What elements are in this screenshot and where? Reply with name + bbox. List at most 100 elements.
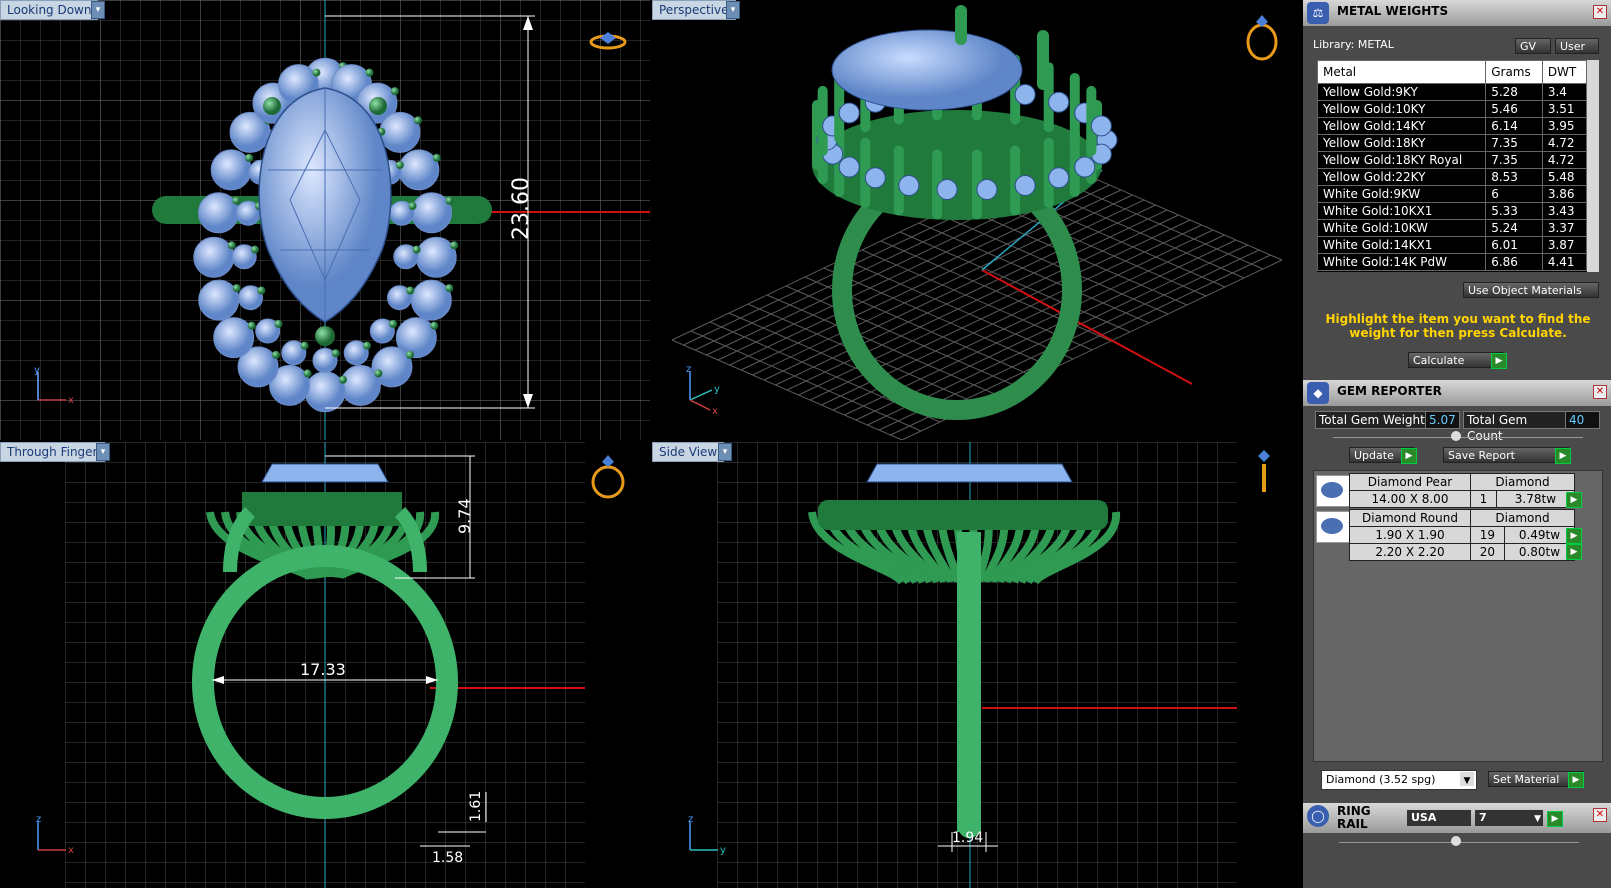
ring-orientation-icon[interactable] — [1258, 450, 1270, 492]
gem-group-material: Diamond — [1470, 473, 1575, 491]
ring-rail-title: RING RAIL — [1337, 804, 1371, 831]
axis-z-label: z — [36, 814, 41, 825]
gem-group-material: Diamond — [1470, 509, 1575, 527]
grams-cell: 6.86 — [1485, 253, 1543, 271]
scrollbar[interactable] — [1587, 60, 1599, 272]
grams-cell: 5.33 — [1485, 202, 1543, 220]
set-material-go-icon[interactable]: ▶ — [1568, 772, 1584, 788]
grams-cell: 5.28 — [1485, 83, 1543, 101]
gem-list[interactable]: Diamond Pear Diamond 14.00 X 8.00 1 3.78tw … — [1313, 470, 1603, 762]
column-header-dwt[interactable]: DWT — [1541, 60, 1588, 84]
viewport-label-looking-down[interactable]: Looking Down — [0, 0, 99, 20]
dwt-cell: 3.87 — [1541, 236, 1588, 254]
slider-handle[interactable] — [1451, 431, 1461, 441]
table-row[interactable]: White Gold:10KW 5.24 3.37 — [1317, 219, 1588, 237]
viewport-looking-down[interactable]: 23.60 y x Looking Down ▾ — [0, 0, 650, 440]
gem-group-name: Diamond Round — [1349, 509, 1471, 527]
gem-select-go-icon[interactable]: ▶ — [1566, 544, 1582, 560]
gv-toggle-button[interactable]: GV — [1515, 38, 1551, 54]
table-row[interactable]: Yellow Gold:9KY 5.28 3.4 — [1317, 83, 1588, 101]
gem-weight: 0.80tw — [1503, 543, 1576, 561]
viewport-label-perspective[interactable]: Perspective — [652, 0, 736, 20]
save-report-button[interactable]: Save Report — [1443, 447, 1569, 463]
table-row[interactable]: Yellow Gold:10KY 5.46 3.51 — [1317, 100, 1588, 118]
table-row[interactable]: Yellow Gold:18KY Royal 7.35 4.72 — [1317, 151, 1588, 169]
column-header-grams[interactable]: Grams — [1485, 60, 1543, 84]
ring-rail-go-icon[interactable]: ▶ — [1547, 811, 1563, 827]
gem-select-go-icon[interactable]: ▶ — [1566, 492, 1582, 508]
axis-z-label: z — [688, 814, 693, 825]
viewport-side-view[interactable]: 1.94 z y Side View ▾ — [652, 442, 1302, 888]
chevron-down-icon[interactable]: ▼ — [1534, 811, 1541, 827]
calculate-go-icon[interactable]: ▶ — [1491, 353, 1507, 369]
ring-size-select[interactable]: 7 ▼ — [1475, 810, 1543, 826]
user-toggle-button[interactable]: User — [1555, 38, 1599, 54]
use-object-materials-checkbox[interactable]: Use Object Materials — [1463, 282, 1599, 298]
axis-y-label: y — [34, 365, 40, 376]
side-view-canvas: 1.94 z y — [688, 442, 1270, 888]
table-row[interactable]: Yellow Gold:18KY 7.35 4.72 — [1317, 134, 1588, 152]
dwt-cell: 4.72 — [1541, 151, 1588, 169]
ring-rail-icon: ◯ — [1307, 805, 1329, 827]
dimension-height-label: 23.60 — [509, 177, 534, 240]
close-icon[interactable]: ✕ — [1593, 808, 1607, 822]
grams-cell: 8.53 — [1485, 168, 1543, 186]
calculate-button[interactable]: Calculate — [1408, 352, 1504, 368]
ring-orientation-icon[interactable] — [591, 455, 625, 499]
dimension-head-height: 9.74 — [455, 498, 474, 534]
viewport-menu-dropdown[interactable]: ▾ — [726, 1, 740, 19]
axis-z-label: z — [686, 364, 691, 375]
column-header-metal[interactable]: Metal — [1317, 60, 1487, 84]
dimension-inner-diameter: 17.33 — [300, 660, 346, 679]
dimension-shank-thickness: 1.61 — [468, 791, 484, 822]
save-report-go-icon[interactable]: ▶ — [1555, 448, 1571, 464]
gem-select-go-icon[interactable]: ▶ — [1566, 528, 1582, 544]
gem-round-thumbnail[interactable] — [1316, 511, 1350, 543]
viewport-menu-dropdown[interactable]: ▾ — [96, 443, 110, 461]
metal-name-cell: Yellow Gold:9KY — [1317, 83, 1487, 101]
ring-rail-header: ◯ RING RAIL USA 7 ▼ ▶ ✕ — [1303, 803, 1611, 833]
table-row[interactable]: White Gold:14KX1 6.01 3.87 — [1317, 236, 1588, 254]
gem-pear-thumbnail[interactable] — [1316, 475, 1350, 507]
gem-reporter-icon: ◆ — [1307, 382, 1329, 404]
grams-cell: 7.35 — [1485, 151, 1543, 169]
metal-name-cell: Yellow Gold:18KY — [1317, 134, 1487, 152]
dwt-cell: 3.86 — [1541, 185, 1588, 203]
dwt-cell: 3.4 — [1541, 83, 1588, 101]
gem-size: 14.00 X 8.00 — [1349, 490, 1471, 508]
chevron-down-icon[interactable]: ▼ — [1460, 772, 1474, 786]
material-select[interactable]: Diamond (3.52 spg) ▼ — [1321, 770, 1477, 790]
gem-group-pear[interactable]: Diamond Pear Diamond 14.00 X 8.00 1 3.78tw — [1349, 473, 1576, 508]
metal-weights-table[interactable]: Metal Grams DWT Yellow Gold:9KY 5.28 3.4 Ye… — [1317, 60, 1599, 272]
ring-size-region-select[interactable]: USA — [1407, 810, 1471, 826]
dwt-cell: 5.48 — [1541, 168, 1588, 186]
viewport-perspective[interactable]: z y x Perspective ▾ — [652, 0, 1302, 440]
viewport-menu-dropdown[interactable]: ▾ — [718, 443, 732, 461]
calculate-instructions: Highlight the item you want to find the … — [1325, 312, 1591, 340]
table-row[interactable]: Yellow Gold:22KY 8.53 5.48 — [1317, 168, 1588, 186]
table-row[interactable]: Yellow Gold:14KY 6.14 3.95 — [1317, 117, 1588, 135]
table-row[interactable]: White Gold:14K PdW 6.86 4.41 — [1317, 253, 1588, 271]
viewport-menu-dropdown[interactable]: ▾ — [91, 1, 105, 19]
close-icon[interactable]: ✕ — [1593, 5, 1607, 19]
ring-rail-slider-handle[interactable] — [1451, 836, 1461, 846]
metal-name-cell: White Gold:9KW — [1317, 185, 1487, 203]
table-row[interactable]: White Gold:10KX1 5.33 3.43 — [1317, 202, 1588, 220]
table-row[interactable]: White Gold:9KW 6 3.86 — [1317, 185, 1588, 203]
ring-orientation-icon[interactable] — [1246, 15, 1278, 61]
grams-cell: 6.14 — [1485, 117, 1543, 135]
update-go-icon[interactable]: ▶ — [1401, 448, 1417, 464]
gem-size: 2.20 X 2.20 — [1349, 543, 1471, 561]
viewport-through-finger[interactable]: 9.74 17.33 1.61 1.58 z x Through Finger … — [0, 442, 650, 888]
gem-weight: 3.78tw — [1495, 490, 1576, 508]
viewport-label-through-finger[interactable]: Through Finger — [0, 442, 105, 462]
perspective-canvas: z y x — [671, 5, 1283, 440]
viewport-label-side-view[interactable]: Side View — [652, 442, 725, 462]
gem-group-round[interactable]: Diamond Round Diamond 1.90 X 1.90 19 0.49tw… — [1349, 509, 1576, 561]
gem-reporter-header: ◆ GEM REPORTER ✕ — [1303, 380, 1611, 406]
dwt-cell: 3.95 — [1541, 117, 1588, 135]
close-icon[interactable]: ✕ — [1593, 385, 1607, 399]
side-panel: ⚖ METAL WEIGHTS ✕ Library: METAL GV User… — [1303, 0, 1611, 888]
gem-count: 20 — [1470, 543, 1505, 561]
grams-cell: 6.01 — [1485, 236, 1543, 254]
